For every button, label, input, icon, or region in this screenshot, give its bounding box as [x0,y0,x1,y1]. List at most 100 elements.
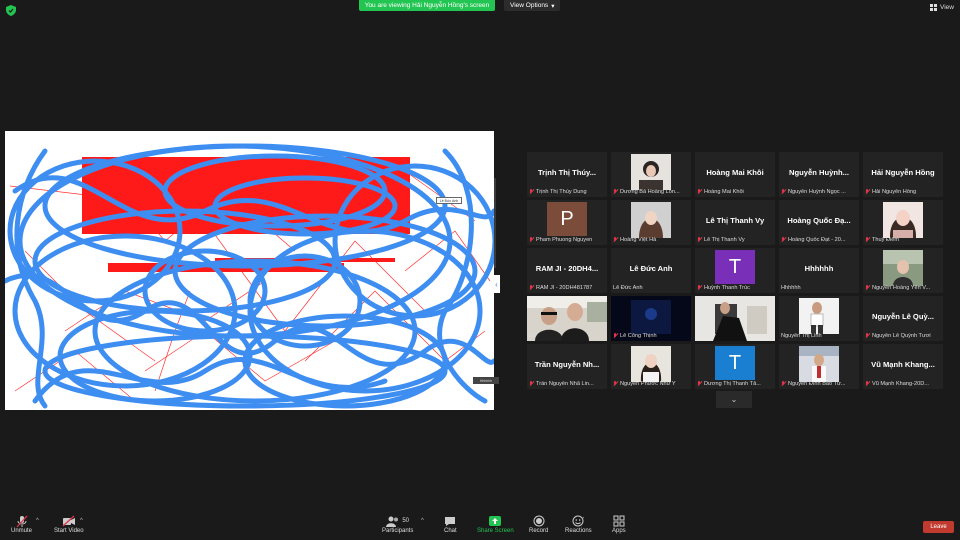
mic-muted-icon [865,285,870,291]
reactions-button[interactable]: + Reactions [565,514,592,534]
participant-label: Vũ Mạnh Khang-20D... [872,381,929,387]
participant-label: Trịnh Thị Thúy Dung [536,189,587,195]
annotator-name-chip: Lê Đức Anh [436,197,462,204]
audio-options-caret-icon[interactable]: ^ [36,518,39,524]
participant-display-name: Hhhhhh [804,264,834,273]
participant-video [695,296,775,341]
participant-label: Lê Thị Thanh Vy [704,237,745,243]
participant-tile[interactable]: Dương Bá Hoàng Lon... [611,152,691,197]
participant-label: Nguyễn Phước Như Ý [620,381,676,387]
mic-muted-icon [613,333,618,339]
participant-label: Nguyễn Hoàng Yến V... [872,285,931,291]
profile-photo [631,154,671,190]
unmute-button[interactable]: Unmute [11,514,32,534]
participant-tile[interactable]: Nguyễn Lê Quỳ... Nguyễn Lê Quỳnh Tươi [863,296,943,341]
next-page-button[interactable]: ⌄ [716,391,752,408]
participant-label: Nguyễn Huỳnh Ngọc ... [788,189,846,195]
participant-label: Pham Phuong Nguyen [536,237,593,243]
start-video-label: Start Video [54,528,84,534]
participant-tile[interactable]: Hải Nguyễn Hồng Hải Nguyễn Hồng [863,152,943,197]
profile-photo [883,202,923,238]
mic-muted-icon [697,189,702,195]
participant-label: Hoàng Mai Khôi [704,189,744,195]
chat-button[interactable]: Chat [444,514,457,534]
participant-tile[interactable]: Lê Thị Thanh Vy Lê Thị Thanh Vy [695,200,775,245]
start-video-button[interactable]: Start Video [54,514,84,534]
participant-tile[interactable]: Nguyễn Huỳnh... Nguyễn Huỳnh Ngọc ... [779,152,859,197]
mic-muted-icon [865,333,870,339]
participant-tile[interactable]: RAM JI - 20DH4... RAM JI - 20DH481787 [527,248,607,293]
participant-video-tile[interactable]: Lê Công Thịnh [611,296,691,341]
participant-tile[interactable]: Trịnh Thị Thúy... Trịnh Thị Thúy Dung [527,152,607,197]
leave-button[interactable]: Leave [923,521,954,533]
participant-tile[interactable]: Trần Nguyễn Nh... Trần Nguyễn Nhã Lin... [527,344,607,389]
apps-button[interactable]: Apps [612,514,626,534]
profile-photo [631,202,671,238]
participant-tile[interactable]: P Pham Phuong Nguyen [527,200,607,245]
participant-tile[interactable]: Hoàng Quốc Đạ... Hoàng Quốc Đạt - 20... [779,200,859,245]
mic-muted-icon [697,381,702,387]
view-options-label: View Options [510,2,549,9]
participant-tile[interactable]: Nguyễn Hoàng Yến V... [863,248,943,293]
apps-label: Apps [612,528,626,534]
mic-muted-icon [529,285,534,291]
viewing-screen-banner: You are viewing Hải Nguyễn Hồng's screen [359,0,495,11]
view-button[interactable]: View [930,4,954,11]
security-shield-icon[interactable] [6,5,16,16]
avatar: T [715,346,755,380]
participant-label: Lê Công Thịnh [620,333,657,339]
participant-tile[interactable]: T Dương Thị Thanh Tâ... [695,344,775,389]
mic-muted-icon [613,381,618,387]
participant-tile[interactable]: Nguyễn Đình Bảo Tư... [779,344,859,389]
smiley-reaction-icon: + [572,514,585,528]
mic-muted-icon [781,237,786,243]
view-label: View [940,4,954,11]
collapse-gallery-handle[interactable]: ‹ [493,275,500,293]
participant-tile[interactable]: Hhhhhh Hhhhhh [779,248,859,293]
participant-tile[interactable]: Lê Đức Anh Lê Đức Anh [611,248,691,293]
participant-tile[interactable]: Thuỳ Điểm [863,200,943,245]
record-label: Record [529,528,549,534]
participant-tile[interactable]: Hoàng Việt Hà [611,200,691,245]
chevron-down-icon: ▾ [551,2,555,10]
participant-display-name: Lê Đức Anh [629,264,673,273]
participant-label: Nguyễn Thị Linh [781,333,822,339]
participant-label: Hhhhhh [781,285,801,291]
profile-photo [883,250,923,286]
participants-button[interactable]: 50 Participants [382,514,413,534]
video-options-caret-icon[interactable]: ^ [80,518,83,524]
participant-display-name: Nguyễn Lê Quỳ... [871,312,935,321]
participant-tile[interactable]: Hoàng Mai Khôi Hoàng Mai Khôi [695,152,775,197]
profile-photo [631,346,671,382]
chat-label: Chat [444,528,457,534]
apps-icon [613,514,625,528]
chat-icon [444,514,456,528]
mic-muted-icon [697,237,702,243]
participant-video-tile[interactable]: Đô [527,296,607,341]
chevron-left-icon: ‹ [495,279,498,289]
view-options-button[interactable]: View Options ▾ [504,0,561,11]
scroll-track [494,178,496,268]
annotation-drawing [5,131,494,410]
participants-options-caret-icon[interactable]: ^ [421,518,424,524]
participant-tile[interactable]: Nguyễn Thị Linh [779,296,859,341]
participant-tile[interactable]: T Huỳnh Thanh Trúc [695,248,775,293]
participant-label: Dương Bá Hoàng Lon... [620,189,680,195]
active-speaker-tile[interactable] [695,296,775,341]
participant-label: Đô [529,333,537,339]
participant-tile[interactable]: Nguyễn Phước Như Ý [611,344,691,389]
grid-view-icon [930,4,938,11]
record-button[interactable]: Record [529,514,548,534]
profile-photo [799,298,839,334]
participant-display-name: Hoàng Mai Khôi [706,168,764,177]
shared-screen[interactable] [5,131,494,410]
mic-muted-icon [697,285,702,291]
participant-label: Trần Nguyễn Nhã Lin... [536,381,594,387]
participant-label: Dương Thị Thanh Tâ... [704,381,761,387]
share-screen-button[interactable]: Share Screen [477,514,514,534]
share-screen-icon [489,514,502,528]
participant-display-name: Nguyễn Huỳnh... [789,168,849,177]
record-icon [533,514,545,528]
unmute-label: Unmute [11,528,33,534]
participant-tile[interactable]: Vũ Mạnh Khang... Vũ Mạnh Khang-20D... [863,344,943,389]
